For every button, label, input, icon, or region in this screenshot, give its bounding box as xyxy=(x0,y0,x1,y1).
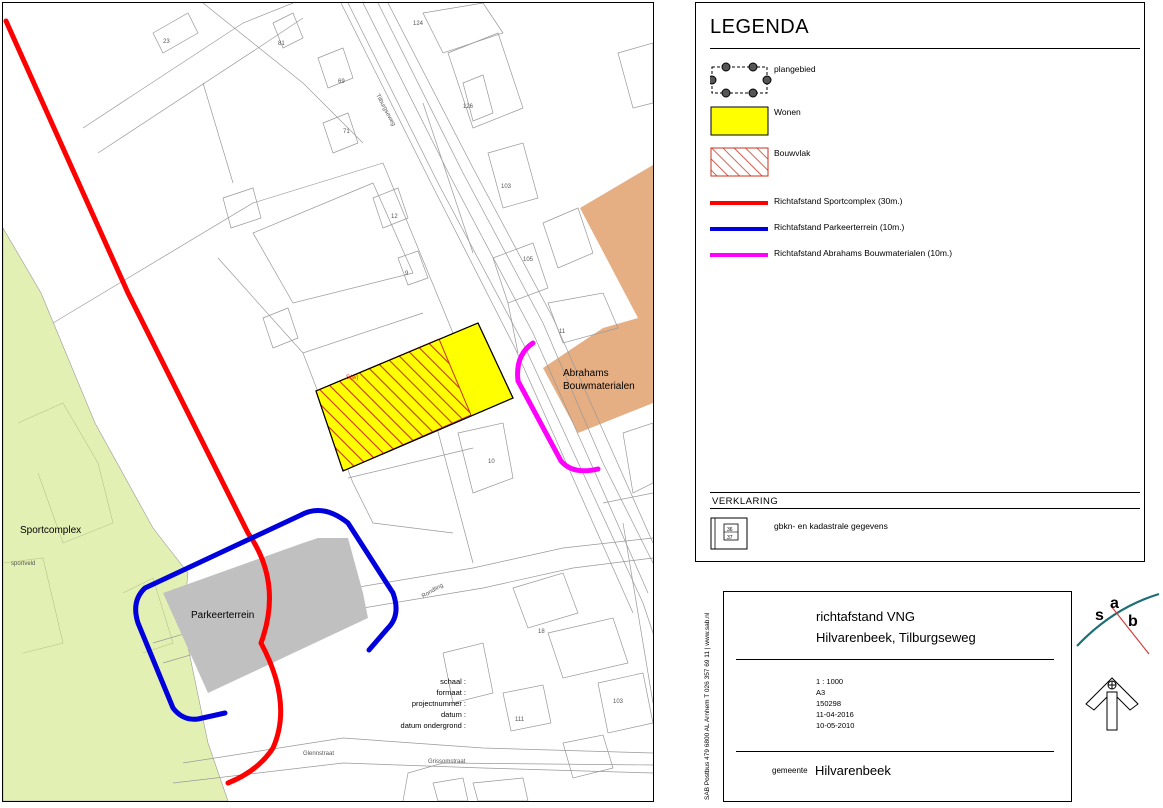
title-block: richtafstand VNG Hilvarenbeek, Tilburgse… xyxy=(401,591,1072,802)
abrahams-label-line1: Abrahams xyxy=(563,368,609,379)
sab-logo-icon: s a b xyxy=(1076,592,1160,655)
legend-title: LEGENDA xyxy=(710,16,810,38)
meta-key: datum : xyxy=(440,710,466,719)
svg-text:105: 105 xyxy=(523,257,534,263)
legend-label: Richtafstand Abrahams Bouwmaterialen (10… xyxy=(774,248,953,258)
drawing-title-line1: richtafstand VNG xyxy=(816,609,915,624)
blue-line-icon xyxy=(710,227,768,231)
svg-text:12: 12 xyxy=(391,214,398,220)
svg-text:18: 18 xyxy=(538,629,545,635)
logo-letter-s: s xyxy=(1095,607,1104,624)
street-label: Rondling xyxy=(421,583,445,600)
meta-value: A3 xyxy=(816,688,826,697)
gemeente-divider xyxy=(736,751,1054,752)
gemeente-value: Hilvarenbeek xyxy=(815,763,891,778)
logo-letter-b: b xyxy=(1128,613,1138,630)
verklaring-title: VERKLARING xyxy=(712,496,779,507)
svg-text:103: 103 xyxy=(501,184,512,190)
meta-value: 11-04-2016 xyxy=(816,710,854,719)
magenta-line-icon xyxy=(710,253,768,257)
gbkn-symbol-icon: 36 37 xyxy=(710,517,748,550)
gemeente-key: gemeente xyxy=(772,766,808,775)
meta-key: schaal : xyxy=(440,677,466,686)
legend-label: plangebied xyxy=(774,64,816,74)
road-tilburgseweg xyxy=(340,3,653,634)
plangebied-symbol-icon xyxy=(710,62,772,98)
parkeerterrein-label: Parkeerterrein xyxy=(191,610,255,621)
svg-text:23: 23 xyxy=(163,39,170,45)
title-divider xyxy=(736,659,1054,660)
map-panel: S(w) Tilburgseweg Rondling Glennstraat G… xyxy=(2,2,654,802)
north-arrow-icon xyxy=(1085,677,1139,731)
legend-panel: LEGENDA plangebied Wonen Bouwvlak Richta… xyxy=(695,2,1145,562)
meta-key: projectnummer : xyxy=(411,699,466,708)
meta-value: 1 : 1000 xyxy=(816,677,844,686)
legend-label: Richtafstand Sportcomplex (30m.) xyxy=(774,196,903,206)
svg-text:36: 36 xyxy=(727,527,733,533)
bouwvlak-swatch-icon xyxy=(710,147,769,177)
map-canvas: S(w) Tilburgseweg Rondling Glennstraat G… xyxy=(3,3,653,801)
svg-text:71: 71 xyxy=(343,129,350,135)
red-line-icon xyxy=(710,201,768,205)
svg-text:sportveld: sportveld xyxy=(11,561,35,567)
meta-value: 10-05-2010 xyxy=(816,721,855,730)
legend-divider xyxy=(710,48,1140,49)
legend-label: Richtafstand Parkeerterrein (10m.) xyxy=(774,222,905,232)
sportcomplex-area xyxy=(3,227,229,801)
meta-key: formaat : xyxy=(436,688,466,697)
svg-text:111: 111 xyxy=(515,717,525,723)
meta-value: 150298 xyxy=(816,699,842,708)
company-contact-text: SAB Postbus 479 6800 AL Arnhem T 026 357… xyxy=(704,612,711,800)
meta-key: datum ondergrond : xyxy=(400,721,466,730)
sportcomplex-label: Sportcomplex xyxy=(20,525,82,536)
legend-label: gbkn- en kadastrale gegevens xyxy=(774,521,888,531)
svg-text:124: 124 xyxy=(413,21,424,27)
svg-text:Glennstraat: Glennstraat xyxy=(303,751,334,757)
svg-text:10: 10 xyxy=(488,459,495,465)
abrahams-label-line2: Bouwmaterialen xyxy=(563,381,635,392)
legend-label: Bouwvlak xyxy=(774,148,811,158)
svg-text:11: 11 xyxy=(559,329,566,335)
svg-text:103: 103 xyxy=(613,699,624,705)
verklaring-divider-top xyxy=(710,492,1140,493)
svg-text:126: 126 xyxy=(463,104,474,110)
svg-text:Grissomstraat: Grissomstraat xyxy=(428,759,466,765)
verklaring-divider-bottom xyxy=(710,508,1140,509)
svg-text:81: 81 xyxy=(278,41,285,47)
wonen-swatch-icon xyxy=(710,106,769,136)
svg-text:37: 37 xyxy=(727,535,733,541)
drawing-title-line2: Hilvarenbeek, Tilburgseweg xyxy=(816,630,976,645)
svg-text:69: 69 xyxy=(338,79,345,85)
street-label: Tilburgseweg xyxy=(374,93,396,127)
logo-letter-a: a xyxy=(1110,595,1119,612)
legend-label: Wonen xyxy=(774,107,801,117)
svg-text:S(w): S(w) xyxy=(346,375,358,381)
